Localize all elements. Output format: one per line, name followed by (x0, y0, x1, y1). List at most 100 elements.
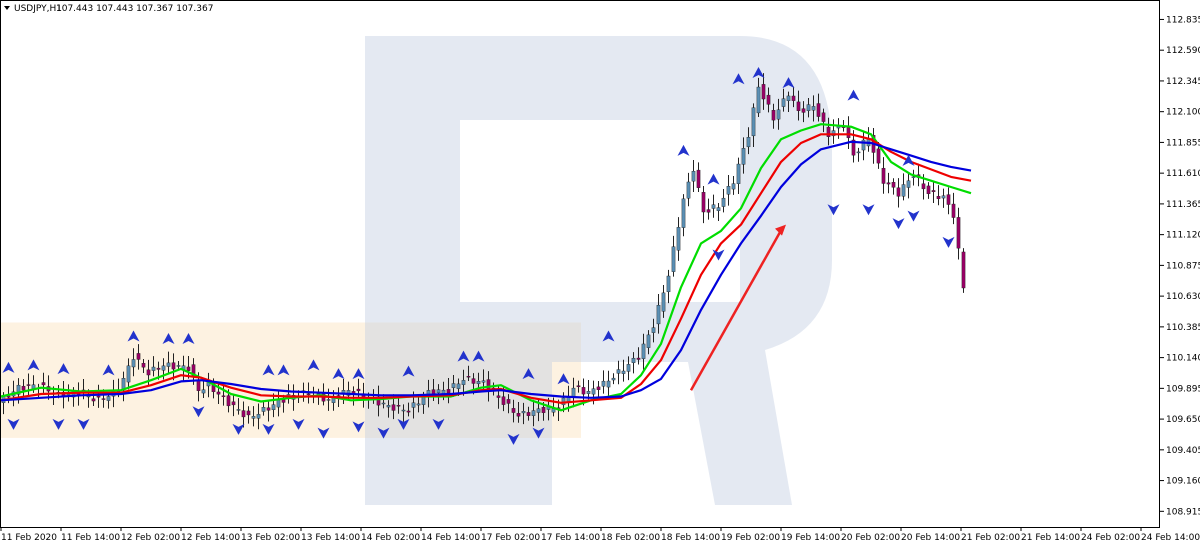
candle-body (146, 369, 151, 376)
fractal-down-icon (862, 204, 875, 216)
candle (836, 118, 841, 139)
candle-body (736, 163, 741, 184)
price-tick-label: 110.140 (1166, 354, 1200, 364)
candle-body (531, 410, 536, 416)
candle-body (626, 364, 631, 372)
candle-body (141, 363, 146, 368)
candle-body (451, 383, 456, 388)
candle-body (126, 365, 131, 383)
candle (616, 360, 621, 385)
candle-body (101, 398, 106, 400)
candle-body (721, 197, 726, 207)
candle-body (456, 383, 461, 389)
time-tick-label: 19 Feb 14:00 (781, 533, 840, 543)
candle (606, 370, 611, 399)
candle (896, 178, 901, 208)
candle (671, 235, 676, 277)
candle-body (421, 396, 426, 405)
candle-body (256, 414, 261, 419)
candle (721, 189, 726, 213)
candle-body (746, 137, 751, 148)
candle (586, 379, 591, 400)
candle-body (446, 389, 451, 394)
chart-canvas[interactable]: 112.835 112.590 112.345 112.100 111.855 111.6… (0, 0, 1200, 543)
candle-body (671, 246, 676, 272)
candle-body (576, 385, 581, 388)
candle-body (21, 385, 26, 391)
price-tick-label: 109.895 (1166, 384, 1200, 394)
quote-values: 107.443 107.443 107.367 107.367 (56, 4, 213, 14)
candle (901, 173, 906, 201)
candle-body (391, 404, 396, 411)
time-tick-label: 21 Feb 14:00 (1021, 533, 1080, 543)
candle (941, 188, 946, 208)
candle-body (811, 106, 816, 111)
candle-body (401, 409, 406, 412)
time-axis: 11 Feb 2020 11 Feb 14:00 12 Feb 02:00 12 Fe… (0, 527, 1200, 543)
candle-body (571, 387, 576, 398)
candle-body (786, 95, 791, 101)
candle-body (646, 334, 651, 348)
candle-body (926, 185, 931, 195)
time-tick-label: 20 Feb 02:00 (841, 533, 900, 543)
candle (856, 147, 861, 162)
candle-body (231, 401, 236, 406)
candle-body (941, 195, 946, 199)
candle-body (956, 217, 961, 249)
candle-body (686, 181, 691, 199)
candle-body (606, 380, 611, 388)
chart-menu-triangle-icon[interactable] (4, 6, 10, 10)
candle-body (771, 110, 776, 121)
candle (916, 163, 921, 187)
candle-body (761, 84, 766, 100)
candle-body (131, 359, 136, 368)
candle-body (691, 171, 696, 182)
candle-body (681, 198, 686, 228)
candle (936, 185, 941, 206)
candle-body (461, 380, 466, 385)
chart-window[interactable]: 112.835 112.590 112.345 112.100 111.855 111.6… (0, 0, 1200, 543)
candle-body (481, 380, 486, 383)
candle (881, 157, 886, 194)
chart-header: USDJPY,H1 107.443 107.443 107.367 107.36… (4, 4, 213, 14)
candle-body (661, 292, 666, 312)
candle-body (906, 180, 911, 188)
time-tick-label: 17 Feb 02:00 (481, 533, 540, 543)
candle-body (261, 407, 266, 412)
candle-body (516, 413, 521, 417)
candle-body (676, 227, 681, 251)
fractal-down-icon (907, 210, 920, 222)
candle-body (961, 251, 966, 289)
candle-body (776, 109, 781, 120)
candle (706, 198, 711, 220)
candle-body (386, 405, 391, 408)
candle (861, 130, 866, 161)
candle-body (766, 94, 771, 105)
candle-body (236, 409, 241, 411)
candle-body (176, 365, 181, 367)
candle-body (396, 405, 401, 407)
fractal-up-icon (677, 144, 690, 156)
candle-body (241, 410, 246, 418)
price-tick-label: 111.365 (1166, 200, 1200, 210)
candle-body (186, 366, 191, 371)
candle-body (151, 366, 156, 371)
candle-body (716, 207, 721, 211)
candle-body (91, 398, 96, 402)
candle-body (846, 127, 851, 139)
candle-body (521, 411, 526, 414)
candle (731, 175, 736, 195)
candle (736, 157, 741, 195)
candle-body (856, 151, 861, 154)
candle-body (201, 389, 206, 394)
time-tick-label: 13 Feb 02:00 (241, 533, 300, 543)
candle-body (781, 98, 786, 107)
price-axis: 112.835 112.590 112.345 112.100 111.855 111.6… (1160, 15, 1200, 517)
candle-body (696, 169, 701, 188)
price-tick-label: 111.855 (1166, 138, 1200, 148)
candle-body (796, 101, 801, 111)
candle (596, 380, 601, 400)
time-tick-label: 18 Feb 02:00 (601, 533, 660, 543)
candle-body (506, 399, 511, 404)
candle-body (821, 112, 826, 122)
